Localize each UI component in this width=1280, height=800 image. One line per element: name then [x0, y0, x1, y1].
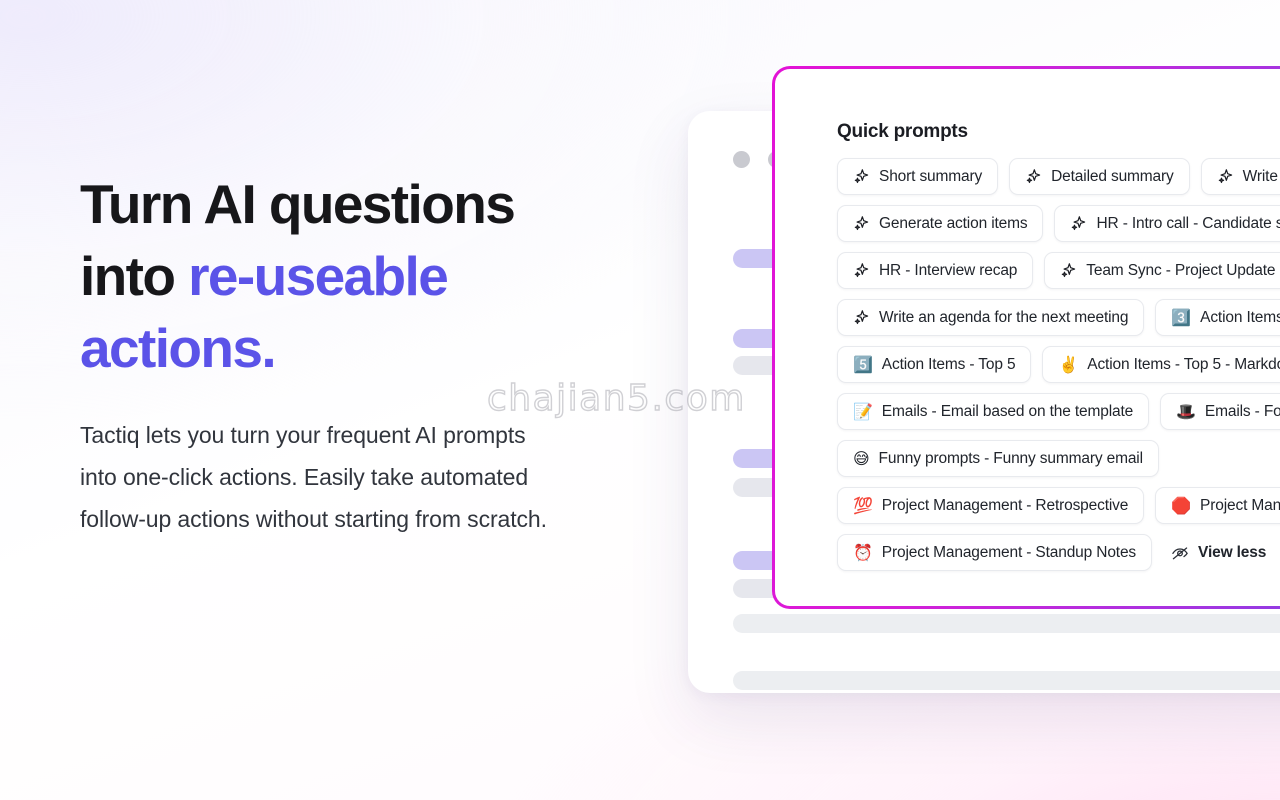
- quick-prompt-chip[interactable]: Write an agenda for the next meeting: [837, 299, 1145, 336]
- page-title: Turn AI questions into re-useable action…: [80, 168, 580, 384]
- quick-prompt-chip-label: Project Management - Standup Notes: [881, 543, 1137, 561]
- hero-body-text: Tactiq lets you turn your frequent AI pr…: [80, 422, 547, 532]
- stop-sign-emoji: 🛑: [1171, 495, 1192, 515]
- quick-prompt-chip[interactable]: 💯 Project Management - Retrospective: [837, 487, 1145, 524]
- quick-prompt-chip[interactable]: 🎩 Emails - Formal: [1160, 393, 1280, 430]
- quick-prompts-row: 💯 Project Management - Retrospective 🛑 Proj…: [837, 487, 1280, 524]
- eye-off-icon: [1171, 544, 1189, 562]
- quick-prompt-chip[interactable]: 🛑 Project Management - Blockers: [1155, 487, 1280, 524]
- grinning-sweat-emoji: 😅: [853, 448, 870, 468]
- sparkle-icon: [1070, 215, 1087, 232]
- quick-prompts-row: Generate action items HR - Intro call - C…: [837, 205, 1280, 242]
- headline-line-3-accent: actions.: [80, 317, 277, 379]
- quick-prompt-chip[interactable]: 📝 Emails - Email based on the template: [837, 393, 1150, 430]
- quick-prompt-chip[interactable]: Generate action items: [837, 205, 1044, 242]
- view-less-button[interactable]: View less: [1163, 534, 1274, 571]
- headline-line-2-plain: into: [80, 245, 189, 307]
- quick-prompt-chip[interactable]: HR - Intro call - Candidate summary: [1054, 205, 1280, 242]
- quick-prompt-chip[interactable]: 5️⃣ Action Items - Top 5: [837, 346, 1032, 383]
- sparkle-icon: [853, 215, 870, 232]
- quick-prompt-chip[interactable]: ✌️ Action Items - Top 5 - Markdown: [1042, 346, 1280, 383]
- quick-prompts-title: Quick prompts: [837, 121, 968, 142]
- quick-prompt-chip[interactable]: Write an email: [1200, 158, 1280, 195]
- quick-prompt-chip[interactable]: 😅 Funny prompts - Funny summary email: [837, 440, 1159, 477]
- avatar-dot-1: [733, 151, 750, 168]
- sparkle-icon: [1025, 168, 1042, 185]
- quick-prompt-chip-label: Detailed summary: [1051, 167, 1174, 185]
- quick-prompt-chip[interactable]: HR - Interview recap: [837, 252, 1034, 289]
- quick-prompt-chip-label: HR - Interview recap: [879, 261, 1018, 279]
- quick-prompts-row: 5️⃣ Action Items - Top 5 ✌️ Action Items - …: [837, 346, 1280, 383]
- sparkle-icon: [853, 262, 870, 279]
- quick-prompt-chip[interactable]: Short summary: [837, 158, 999, 195]
- headline-line-1: Turn AI questions: [80, 173, 516, 235]
- hundred-points-emoji: 💯: [853, 495, 873, 515]
- skeleton-bar-9: [733, 671, 1280, 690]
- quick-prompt-chip-label: Project Management - Blockers: [1200, 496, 1280, 514]
- quick-prompt-chip[interactable]: Team Sync - Project Update: [1044, 252, 1280, 289]
- quick-prompts-row: HR - Interview recap Team Sync - Project …: [837, 252, 1280, 289]
- quick-prompt-chip-label: Funny prompts - Funny summary email: [878, 449, 1144, 467]
- victory-hand-emoji: ✌️: [1058, 354, 1079, 374]
- view-less-label: View less: [1198, 543, 1267, 561]
- keycap-three-emoji: 3️⃣: [1171, 307, 1192, 327]
- keycap-five-emoji: 5️⃣: [853, 354, 873, 374]
- memo-emoji: 📝: [853, 401, 873, 421]
- quick-prompt-chip-label: Short summary: [879, 167, 983, 185]
- sparkle-icon: [1217, 168, 1234, 185]
- hero-copy: Turn AI questions into re-useable action…: [80, 168, 580, 540]
- quick-prompts-chip-list: Short summary Detailed summary Write an em…: [837, 158, 1280, 581]
- quick-prompts-row: 😅 Funny prompts - Funny summary email: [837, 440, 1280, 477]
- quick-prompt-chip[interactable]: 3️⃣ Action Items - Top 3: [1155, 299, 1280, 336]
- sparkle-icon: [853, 168, 870, 185]
- quick-prompt-chip-label: Emails - Email based on the template: [881, 402, 1134, 420]
- quick-prompt-chip-label: HR - Intro call - Candidate summary: [1096, 214, 1280, 232]
- sparkle-icon: [1060, 262, 1077, 279]
- quick-prompt-chip-label: Project Management - Retrospective: [881, 496, 1129, 514]
- quick-prompt-chip[interactable]: ⏰ Project Management - Standup Notes: [837, 534, 1153, 571]
- quick-prompts-row: 📝 Emails - Email based on the template 🎩 Em…: [837, 393, 1280, 430]
- quick-prompt-chip-label: Action Items - Top 5: [881, 355, 1016, 373]
- quick-prompts-row: Short summary Detailed summary Write an em…: [837, 158, 1280, 195]
- quick-prompt-chip[interactable]: Detailed summary: [1009, 158, 1190, 195]
- quick-prompt-chip-label: Write an email: [1242, 167, 1280, 185]
- quick-prompts-row: Write an agenda for the next meeting 3️⃣ A…: [837, 299, 1280, 336]
- quick-prompt-chip-label: Action Items - Top 3: [1200, 308, 1280, 326]
- sparkle-icon: [853, 309, 870, 326]
- headline-line-2-accent: re-useable: [188, 245, 449, 307]
- quick-prompt-chip-label: Team Sync - Project Update: [1086, 261, 1276, 279]
- top-hat-emoji: 🎩: [1176, 401, 1196, 421]
- alarm-clock-emoji: ⏰: [853, 542, 873, 562]
- quick-prompts-row: ⏰ Project Management - Standup Notes View …: [837, 534, 1280, 571]
- quick-prompt-chip-label: Action Items - Top 5 - Markdown: [1087, 355, 1280, 373]
- quick-prompt-chip-label: Write an agenda for the next meeting: [879, 308, 1129, 326]
- quick-prompt-chip-label: Emails - Formal: [1204, 402, 1280, 420]
- quick-prompts-panel: Quick prompts Short summary Detailed summ…: [772, 66, 1280, 609]
- skeleton-bar-8: [733, 614, 1280, 633]
- quick-prompt-chip-label: Generate action items: [879, 214, 1028, 232]
